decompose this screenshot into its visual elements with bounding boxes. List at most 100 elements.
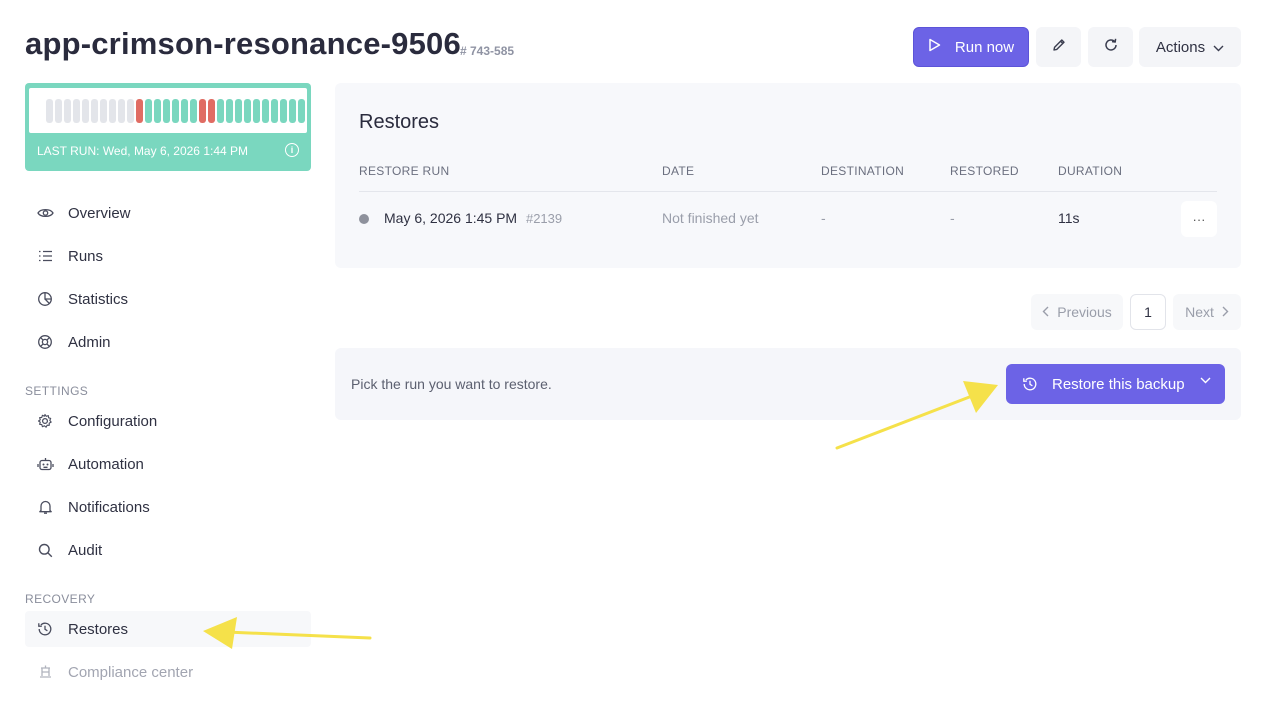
run-history-bar-success[interactable] (244, 99, 251, 123)
sidebar-item-notifications[interactable]: Notifications (25, 489, 311, 525)
run-history-bar-success[interactable] (280, 99, 287, 123)
run-history-bar-success[interactable] (217, 99, 224, 123)
duration-cell: 11s (1058, 210, 1080, 226)
run-history-bar-success[interactable] (235, 99, 242, 123)
chevron-down-icon[interactable] (1200, 377, 1211, 384)
sidebar-item-statistics[interactable]: Statistics (25, 281, 311, 317)
run-history-bar-empty[interactable] (64, 99, 71, 123)
run-history-bar-empty[interactable] (82, 99, 89, 123)
destination-cell: - (821, 210, 826, 226)
run-history-box (29, 88, 307, 133)
run-history-bar-failure[interactable] (136, 99, 143, 123)
sidebar-item-label: Admin (68, 333, 111, 351)
recovery-section-label: RECOVERY (25, 592, 96, 606)
restore-button-label: Restore this backup (1052, 375, 1185, 393)
table-header-divider (359, 191, 1217, 192)
refresh-button[interactable] (1088, 27, 1133, 67)
sidebar-item-label: Automation (68, 455, 144, 473)
history-icon (36, 620, 54, 638)
sidebar-item-automation[interactable]: Automation (25, 446, 311, 482)
sidebar-item-label: Audit (68, 541, 103, 559)
history-icon (1022, 376, 1038, 392)
status-dot (359, 214, 369, 224)
run-history-bar-empty[interactable] (127, 99, 134, 123)
pagination-next[interactable]: Next (1173, 294, 1241, 330)
run-history-bar-success[interactable] (172, 99, 179, 123)
sidebar-item-label: Compliance center (68, 663, 194, 681)
run-history-bar-success[interactable] (181, 99, 188, 123)
restore-this-backup-button[interactable]: Restore this backup (1006, 364, 1225, 404)
run-history-bar-success[interactable] (271, 99, 278, 123)
last-run-prefix: LAST RUN: (37, 144, 100, 158)
run-history-bar-success[interactable] (289, 99, 296, 123)
eye-icon (36, 204, 54, 222)
sidebar-item-overview[interactable]: Overview (25, 195, 311, 231)
run-history-bar-empty[interactable] (118, 99, 125, 123)
sidebar-item-label: Configuration (68, 412, 158, 430)
restores-panel: Restores RESTORE RUN DATE DESTINATION RE… (335, 83, 1241, 268)
list-icon (36, 247, 54, 265)
chevron-left-icon (1042, 304, 1049, 320)
page-id: # 743-585 (460, 44, 515, 58)
compliance-icon (36, 663, 54, 681)
sidebar-item-configuration[interactable]: Configuration (25, 403, 311, 439)
refresh-icon (1103, 37, 1119, 57)
restore-hint: Pick the run you want to restore. (351, 376, 552, 392)
sidebar-item-runs[interactable]: Runs (25, 238, 311, 274)
run-history-bar-empty[interactable] (73, 99, 80, 123)
restore-run-cell[interactable]: May 6, 2026 1:45 PM #2139 (384, 210, 562, 226)
run-history-bar-empty[interactable] (55, 99, 62, 123)
pagination-page[interactable]: 1 (1130, 294, 1166, 330)
chart-icon (36, 290, 54, 308)
restores-title: Restores (359, 111, 440, 133)
last-run: LAST RUN: Wed, May 6, 2026 1:44 PM (37, 144, 248, 158)
run-history-bar-empty[interactable] (91, 99, 98, 123)
play-icon (928, 38, 941, 56)
lifebuoy-icon (36, 333, 54, 351)
sidebar-item-label: Statistics (68, 290, 129, 308)
run-history-bars (46, 99, 305, 123)
run-history-bar-empty[interactable] (46, 99, 53, 123)
restore-run-date: May 6, 2026 1:45 PM (384, 210, 518, 226)
last-run-value: Wed, May 6, 2026 1:44 PM (102, 144, 249, 158)
previous-label: Previous (1057, 304, 1112, 320)
pencil-icon (1051, 37, 1067, 57)
search-icon (36, 541, 54, 559)
run-history-bar-empty[interactable] (109, 99, 116, 123)
edit-button[interactable] (1036, 27, 1081, 67)
column-header-restore-run: RESTORE RUN (359, 164, 450, 178)
actions-dropdown[interactable]: Actions (1139, 27, 1241, 67)
run-history-bar-failure[interactable] (199, 99, 206, 123)
sidebar-item-label: Overview (68, 204, 131, 222)
row-more-button[interactable]: ··· (1181, 201, 1217, 237)
sidebar-item-restores[interactable]: Restores (25, 611, 311, 647)
run-history-bar-success[interactable] (163, 99, 170, 123)
run-history-bar-success[interactable] (145, 99, 152, 123)
run-history-bar-success[interactable] (298, 99, 305, 123)
run-now-button[interactable]: Run now (913, 27, 1029, 67)
chevron-down-icon (1213, 39, 1224, 56)
run-history-bar-success[interactable] (154, 99, 161, 123)
restored-cell: - (950, 210, 955, 226)
run-history-bar-success[interactable] (226, 99, 233, 123)
restore-run-id: #2139 (525, 211, 563, 226)
run-history-bar-empty[interactable] (100, 99, 107, 123)
pagination-previous[interactable]: Previous (1031, 294, 1123, 330)
actions-label: Actions (1155, 38, 1206, 56)
column-header-date: DATE (662, 164, 695, 178)
settings-section-label: SETTINGS (25, 384, 89, 398)
sidebar-item-label: Restores (68, 620, 129, 638)
robot-icon (36, 455, 54, 473)
run-history-bar-success[interactable] (190, 99, 197, 123)
sidebar-item-compliance-center[interactable]: Compliance center (25, 654, 311, 690)
next-label: Next (1185, 304, 1214, 320)
info-icon[interactable]: i (285, 143, 299, 157)
sidebar-item-audit[interactable]: Audit (25, 532, 311, 568)
sidebar-item-label: Runs (68, 247, 104, 265)
sidebar-item-admin[interactable]: Admin (25, 324, 311, 360)
restore-action-bar: Pick the run you want to restore. Restor… (335, 348, 1241, 420)
run-history-bar-failure[interactable] (208, 99, 215, 123)
run-history-bar-success[interactable] (253, 99, 260, 123)
column-header-destination: DESTINATION (821, 164, 905, 178)
run-history-bar-success[interactable] (262, 99, 269, 123)
